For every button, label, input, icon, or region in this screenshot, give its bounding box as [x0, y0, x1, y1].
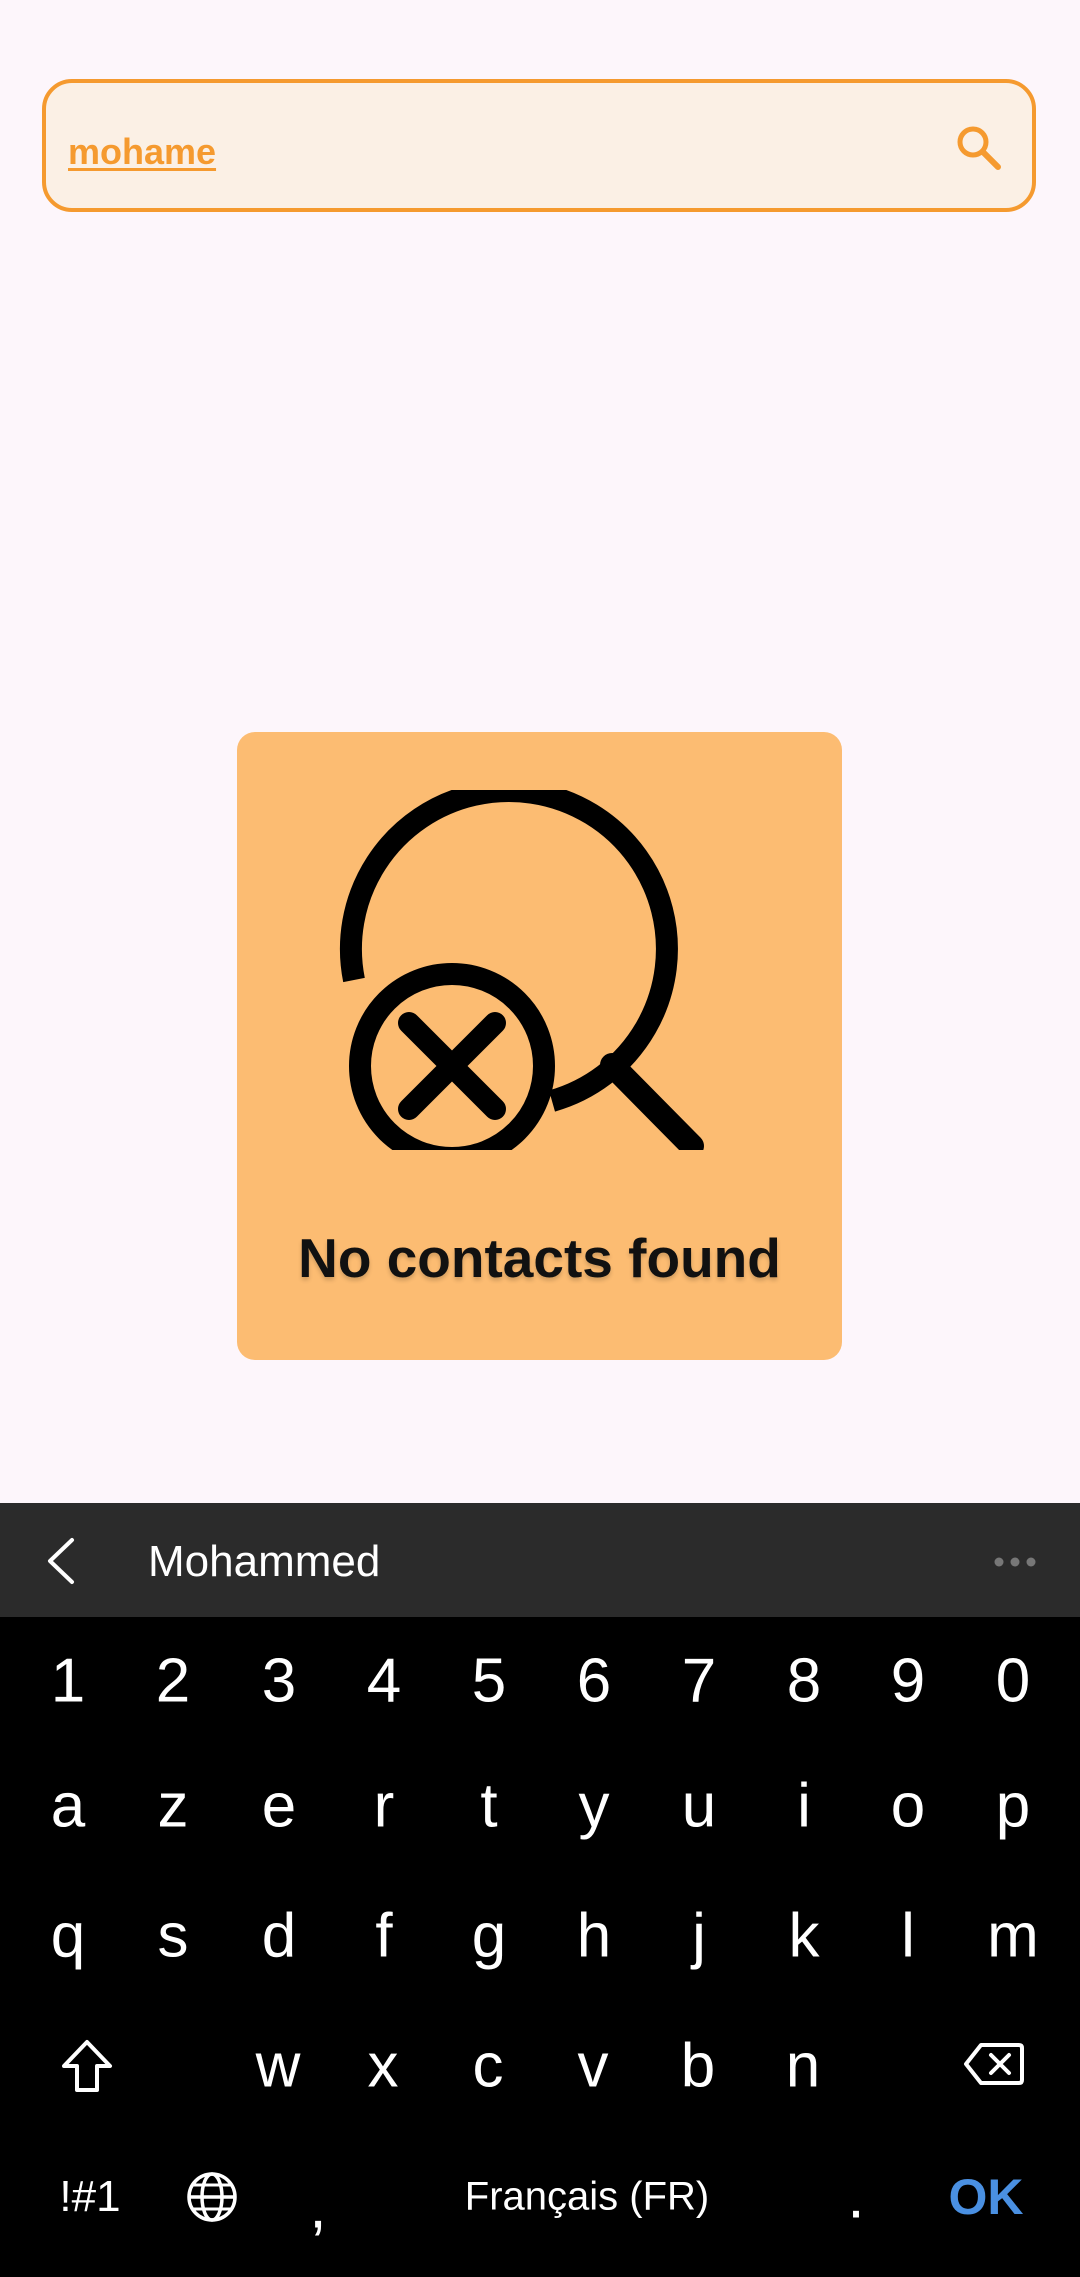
symbols-key[interactable]: !#1	[59, 2172, 120, 2222]
key-9[interactable]: 9	[891, 1646, 925, 1717]
key-4[interactable]: 4	[367, 1646, 401, 1717]
key-z[interactable]: z	[158, 1771, 189, 1842]
key-k[interactable]: k	[789, 1901, 820, 1972]
key-3[interactable]: 3	[262, 1646, 296, 1717]
globe-icon	[185, 2170, 239, 2224]
key-x[interactable]: x	[368, 2031, 399, 2102]
key-b[interactable]: b	[681, 2031, 715, 2102]
key-1[interactable]: 1	[51, 1646, 85, 1717]
shift-icon	[60, 2038, 114, 2094]
backspace-icon	[963, 2041, 1025, 2087]
more-icon[interactable]	[993, 1555, 1037, 1567]
shift-key[interactable]	[60, 2038, 114, 2094]
language-key[interactable]	[185, 2170, 239, 2224]
search-off-icon	[337, 780, 737, 1169]
key-0[interactable]: 0	[996, 1646, 1030, 1717]
search-bar[interactable]: mohame	[42, 79, 1036, 212]
key-h[interactable]: h	[577, 1901, 611, 1972]
key-v[interactable]: v	[578, 2031, 609, 2102]
key-g[interactable]: g	[472, 1901, 506, 1972]
key-p[interactable]: p	[996, 1771, 1030, 1842]
key-n[interactable]: n	[786, 2031, 820, 2102]
keyboard-suggestion-strip: Mohammed	[0, 1503, 1080, 1617]
key-d[interactable]: d	[262, 1901, 296, 1972]
empty-state-card: No contacts found	[237, 732, 842, 1360]
backspace-key[interactable]	[963, 2041, 1025, 2087]
space-key[interactable]: Français (FR)	[465, 2175, 709, 2220]
key-s[interactable]: s	[158, 1901, 189, 1972]
key-j[interactable]: j	[692, 1901, 706, 1972]
period-key[interactable]: .	[847, 2162, 864, 2233]
comma-key[interactable]: ,	[309, 2172, 326, 2243]
key-6[interactable]: 6	[577, 1646, 611, 1717]
search-input[interactable]: mohame	[68, 131, 216, 173]
key-r[interactable]: r	[374, 1771, 395, 1842]
empty-state-message: No contacts found	[298, 1227, 781, 1289]
key-w[interactable]: w	[256, 2031, 301, 2102]
chevron-left-icon[interactable]	[42, 1536, 82, 1586]
key-q[interactable]: q	[51, 1901, 85, 1972]
key-f[interactable]: f	[375, 1901, 392, 1972]
key-7[interactable]: 7	[682, 1646, 716, 1717]
key-c[interactable]: c	[473, 2031, 504, 2102]
key-m[interactable]: m	[987, 1901, 1039, 1972]
keyboard: 1 2 3 4 5 6 7 8 9 0 a z e r t y u i o p …	[0, 1617, 1080, 2277]
search-icon[interactable]	[954, 123, 1004, 173]
key-o[interactable]: o	[891, 1771, 925, 1842]
key-l[interactable]: l	[901, 1901, 915, 1972]
key-u[interactable]: u	[682, 1771, 716, 1842]
key-a[interactable]: a	[51, 1771, 85, 1842]
word-suggestion[interactable]: Mohammed	[148, 1537, 380, 1587]
key-t[interactable]: t	[480, 1771, 497, 1842]
ok-key[interactable]: OK	[949, 2168, 1024, 2226]
key-5[interactable]: 5	[472, 1646, 506, 1717]
key-y[interactable]: y	[579, 1771, 610, 1842]
key-2[interactable]: 2	[156, 1646, 190, 1717]
key-i[interactable]: i	[797, 1771, 811, 1842]
key-e[interactable]: e	[262, 1771, 296, 1842]
key-8[interactable]: 8	[787, 1646, 821, 1717]
